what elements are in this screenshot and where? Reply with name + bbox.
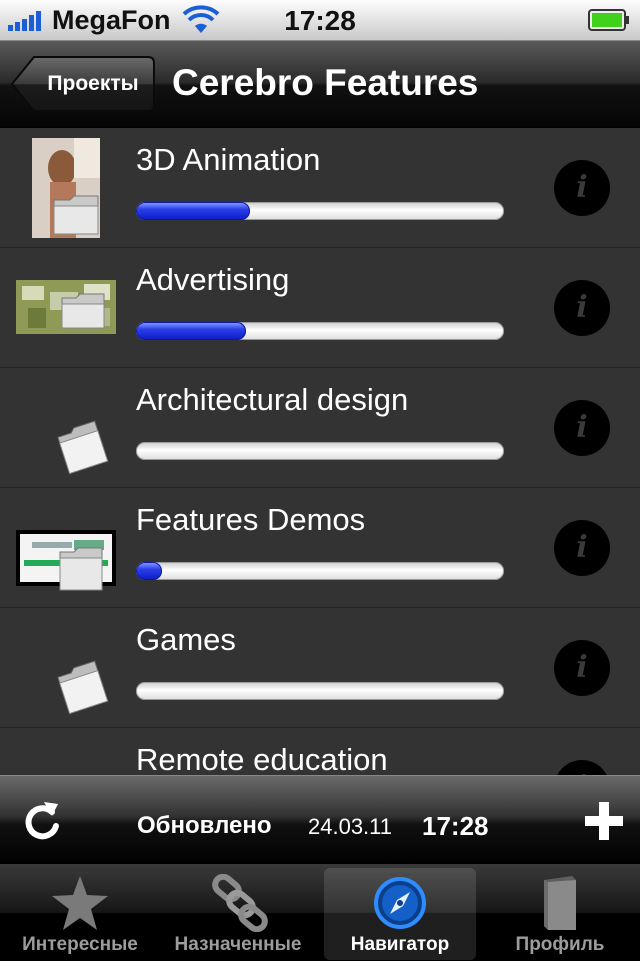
- navigation-bar: Проекты Cerebro Features: [0, 41, 640, 128]
- info-button[interactable]: i: [554, 640, 610, 696]
- project-row[interactable]: Features Demos i: [0, 488, 640, 608]
- tab-navigator[interactable]: Навигатор: [324, 868, 476, 960]
- add-icon[interactable]: [585, 802, 623, 840]
- project-name: Features Demos: [136, 502, 366, 537]
- info-button[interactable]: i: [554, 160, 610, 216]
- battery-icon: [588, 9, 629, 31]
- project-name: Remote education: [136, 742, 388, 775]
- project-name: Advertising: [136, 262, 290, 297]
- progress-fill: [136, 322, 247, 340]
- star-icon: [52, 876, 108, 930]
- progress-fill: [136, 562, 162, 580]
- progress-bar: [136, 682, 504, 700]
- progress-bar: [136, 322, 504, 340]
- folder-icon: [57, 660, 109, 715]
- tab-profile[interactable]: Профиль: [484, 868, 636, 960]
- info-icon: i: [576, 290, 588, 325]
- info-button[interactable]: i: [554, 760, 610, 775]
- tab-favorites[interactable]: Интересные: [4, 868, 156, 960]
- compass-icon: [374, 877, 426, 929]
- clock: 17:28: [284, 5, 356, 36]
- project-name: Games: [136, 622, 236, 657]
- chain-link-icon: [212, 874, 268, 932]
- progress-bar: [136, 442, 504, 460]
- progress-fill: [136, 202, 251, 220]
- update-toolbar: Обновлено 24.03.11 17:28: [0, 775, 640, 864]
- back-button-label: Проекты: [47, 72, 139, 95]
- project-row[interactable]: 3D Animation i: [0, 128, 640, 248]
- updated-label: Обновлено: [137, 812, 272, 839]
- project-row[interactable]: Architectural design i: [0, 368, 640, 488]
- info-icon: i: [576, 530, 588, 565]
- tab-label: Профиль: [515, 934, 605, 955]
- project-name: 3D Animation: [136, 142, 321, 177]
- info-icon: i: [576, 410, 588, 445]
- status-bar: MegaFon 17:28: [0, 0, 640, 41]
- refresh-icon[interactable]: [22, 798, 62, 842]
- info-icon: i: [554, 760, 610, 775]
- info-button[interactable]: i: [554, 280, 610, 336]
- tab-label: Назначенные: [174, 934, 302, 955]
- tab-label: Интересные: [22, 934, 138, 955]
- book-icon: [544, 876, 576, 930]
- tab-label: Навигатор: [350, 934, 450, 955]
- updated-time: 17:28: [422, 811, 489, 841]
- progress-bar: [136, 562, 504, 580]
- info-button[interactable]: i: [554, 400, 610, 456]
- photo-folder-icon: [16, 280, 116, 334]
- tab-assigned[interactable]: Назначенные: [162, 868, 314, 960]
- folder-icon: [57, 420, 109, 475]
- project-row[interactable]: Remote education i: [0, 728, 640, 775]
- page-title: Cerebro Features: [172, 62, 479, 103]
- photo-folder-icon: [16, 530, 116, 591]
- project-row[interactable]: Games i: [0, 608, 640, 728]
- project-list: 3D Animation i Advertising i Architectur…: [0, 128, 640, 775]
- back-button[interactable]: Проекты: [10, 55, 156, 113]
- info-button[interactable]: i: [554, 520, 610, 576]
- info-icon: i: [576, 170, 588, 205]
- photo-folder-icon: [32, 138, 100, 238]
- progress-bar: [136, 202, 504, 220]
- project-name: Architectural design: [136, 382, 409, 417]
- folder-icon: [14, 738, 118, 775]
- tab-bar: Интересные Назначенные Навигатор Профиль: [0, 863, 640, 961]
- info-icon: i: [576, 650, 588, 685]
- project-row[interactable]: Advertising i: [0, 248, 640, 368]
- updated-date: 24.03.11: [308, 814, 393, 839]
